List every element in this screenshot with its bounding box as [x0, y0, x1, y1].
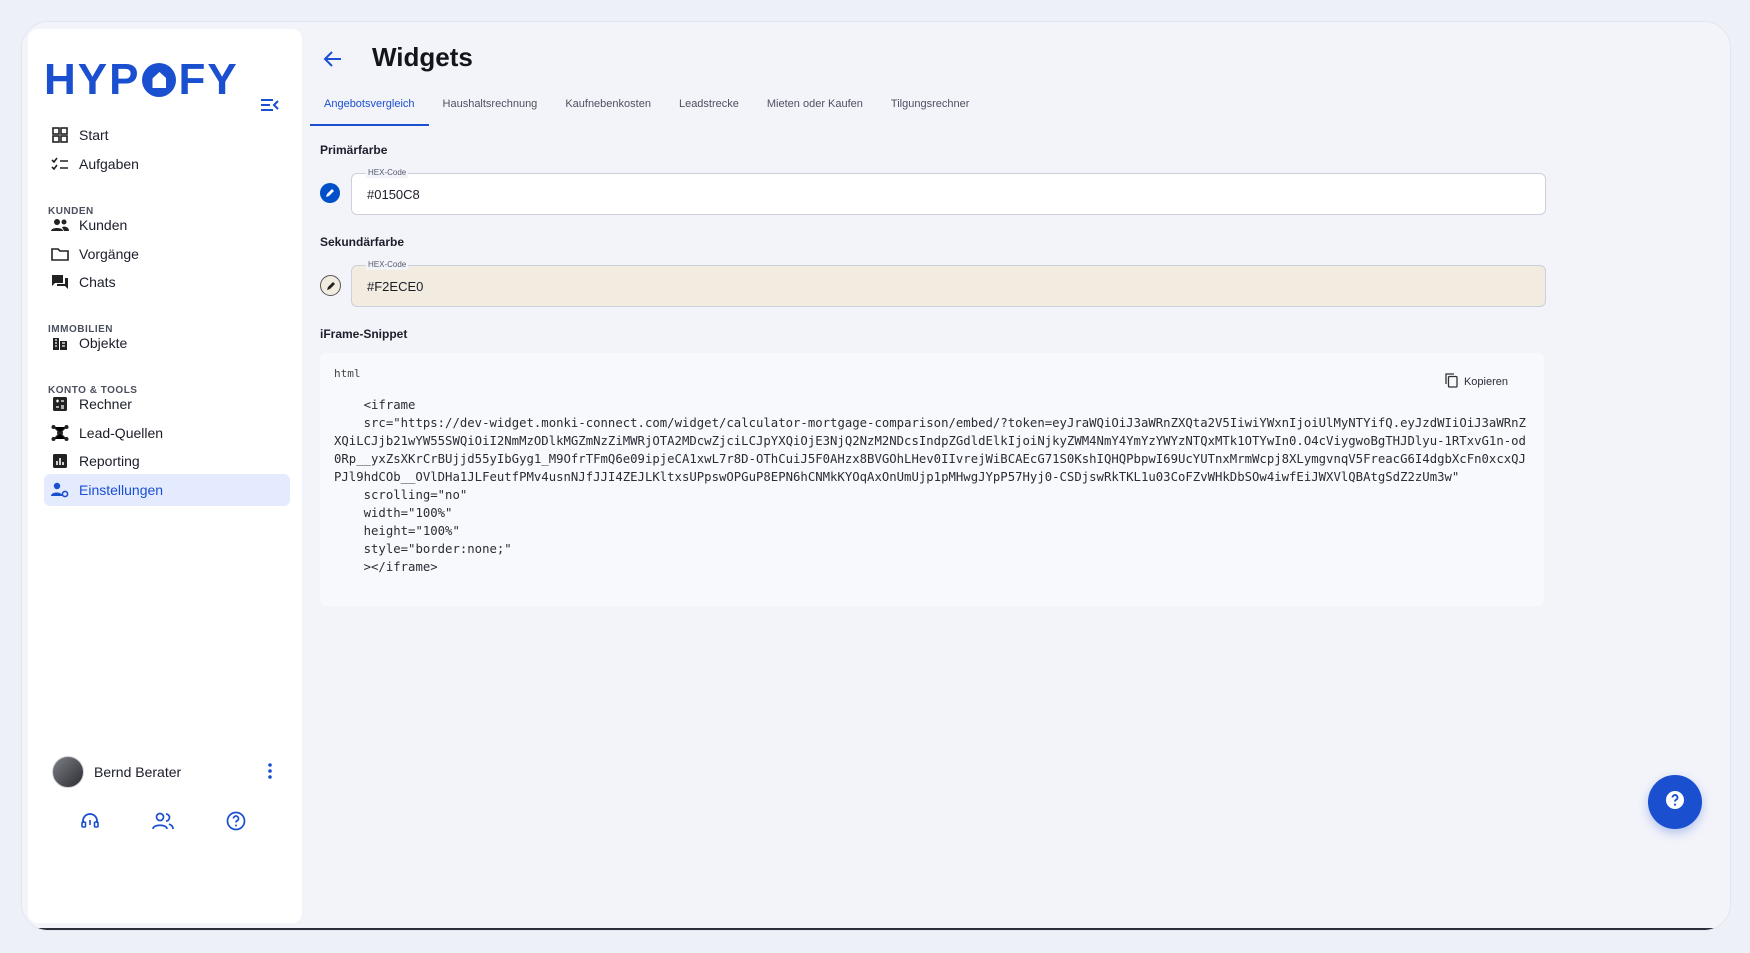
sidebar-item-label: Start: [79, 127, 109, 143]
sidebar-item-objekte[interactable]: Objekte: [44, 327, 290, 359]
copy-icon: [1445, 373, 1458, 391]
logo-text-part: FY: [178, 55, 239, 104]
sidebar-item-label: Objekte: [79, 335, 128, 351]
tab-tilgungsrechner[interactable]: Tilgungsrechner: [877, 92, 983, 126]
help-fab-button[interactable]: [1648, 775, 1702, 829]
primary-color-picker-edit-icon[interactable]: [320, 183, 340, 203]
sidebar-item-einstellungen[interactable]: Einstellungen: [44, 474, 290, 506]
network-icon: [50, 423, 70, 443]
sidebar-item-label: Chats: [79, 274, 116, 290]
user-name: Bernd Berater: [94, 764, 182, 780]
window-bottom-border: [22, 928, 1730, 930]
support-headset-icon[interactable]: [78, 809, 102, 833]
tab-kaufnebenkosten[interactable]: Kaufnebenkosten: [551, 92, 665, 126]
sidebar-item-aufgaben[interactable]: Aufgaben: [44, 148, 290, 180]
collapse-menu-icon[interactable]: [260, 97, 282, 115]
tab-angebotsvergleich[interactable]: Angebotsvergleich: [310, 92, 429, 126]
secondary-color-label: Sekundärfarbe: [320, 235, 405, 249]
copy-button[interactable]: Kopieren: [1445, 373, 1508, 391]
primary-hex-field-label: HEX-Code: [366, 168, 409, 178]
tab-mieten-oder-kaufen[interactable]: Mieten oder Kaufen: [753, 92, 877, 126]
sidebar-item-reporting[interactable]: Reporting: [44, 445, 290, 477]
more-options-icon[interactable]: [268, 763, 272, 784]
sidebar-item-label: Lead-Quellen: [79, 425, 164, 441]
logo-text-part: HYP: [44, 55, 141, 104]
code-snippet-box: html Kopieren <iframe src="https://dev-w…: [320, 353, 1544, 606]
tab-leadstrecke[interactable]: Leadstrecke: [665, 92, 753, 126]
sidebar-item-label: Einstellungen: [79, 482, 164, 498]
checklist-icon: [50, 154, 70, 174]
secondary-color-picker-edit-icon[interactable]: [320, 275, 341, 296]
chat-icon: [50, 272, 70, 292]
primary-color-label: Primärfarbe: [320, 143, 388, 157]
sidebar-item-start[interactable]: Start: [44, 119, 290, 151]
calculator-icon: [50, 394, 70, 414]
sidebar-item-kunden[interactable]: Kunden: [44, 209, 290, 241]
secondary-hex-value: #F2ECE0: [367, 279, 424, 294]
sidebar-item-label: Aufgaben: [79, 156, 139, 172]
primary-hex-value: #0150C8: [367, 187, 420, 202]
iframe-code[interactable]: <iframe src="https://dev-widget.monki-co…: [334, 396, 1530, 576]
secondary-hex-field-label: HEX-Code: [366, 260, 409, 270]
copy-button-label: Kopieren: [1463, 376, 1508, 388]
building-icon: [50, 333, 70, 353]
sidebar-item-rechner[interactable]: Rechner: [44, 388, 290, 420]
question-mark-icon: [1665, 790, 1685, 815]
app-window: HYP FY Start Aufgaben KUNDEN Kunden Vorg…: [22, 22, 1730, 930]
sidebar-item-label: Vorgänge: [79, 246, 139, 262]
snippet-label: iFrame-Snippet: [320, 327, 408, 341]
user-settings-icon: [50, 480, 70, 500]
sidebar: HYP FY Start Aufgaben KUNDEN Kunden Vorg…: [28, 29, 302, 923]
code-language-label: html: [334, 367, 361, 380]
sidebar-item-label: Kunden: [79, 217, 128, 233]
avatar: [52, 756, 84, 788]
primary-hex-field[interactable]: HEX-Code #0150C8: [351, 168, 1546, 215]
secondary-hex-field[interactable]: HEX-Code #F2ECE0: [351, 260, 1546, 307]
chart-icon: [50, 451, 70, 471]
user-profile[interactable]: Bernd Berater: [52, 756, 282, 788]
logo-house-icon: [142, 63, 177, 97]
sidebar-item-chats[interactable]: Chats: [44, 266, 290, 298]
grid-icon: [50, 125, 70, 145]
tab-bar: Angebotsvergleich Haushaltsrechnung Kauf…: [310, 92, 983, 126]
back-arrow-icon[interactable]: [322, 48, 348, 74]
team-icon[interactable]: [151, 809, 175, 833]
sidebar-item-label: Rechner: [79, 396, 132, 412]
main-content: Widgets Angebotsvergleich Haushaltsrechn…: [310, 22, 1730, 930]
people-icon: [50, 215, 70, 235]
folder-icon: [50, 244, 70, 264]
help-circle-icon[interactable]: [224, 809, 248, 833]
tab-haushaltsrechnung[interactable]: Haushaltsrechnung: [429, 92, 552, 126]
sidebar-item-label: Reporting: [79, 453, 140, 469]
sidebar-footer: [78, 809, 248, 833]
page-title: Widgets: [372, 42, 473, 72]
logo[interactable]: HYP FY: [44, 55, 239, 105]
